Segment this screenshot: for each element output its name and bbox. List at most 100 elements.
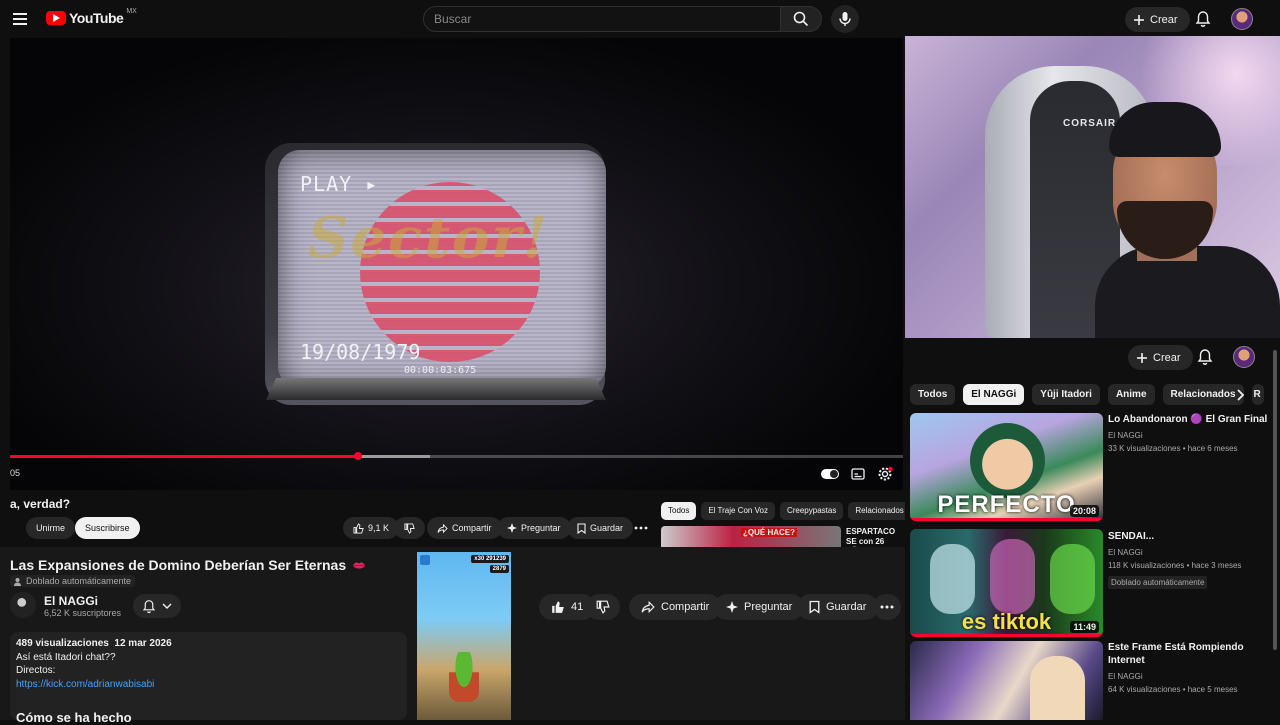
video-duration: 20:08 xyxy=(1069,505,1099,517)
recommendation-thumbnail[interactable]: es tiktok 11:49 xyxy=(910,529,1103,637)
nested-chip-row: Todos El Traje Con Voz Creepypastas Rela… xyxy=(661,502,911,520)
autoplay-toggle[interactable] xyxy=(821,469,839,479)
youtube-logo[interactable]: YouTube MX xyxy=(46,7,137,26)
dubbed-badge: Doblado automáticamente xyxy=(1108,576,1208,589)
microphone-icon xyxy=(839,12,851,26)
nested-more-button[interactable] xyxy=(630,520,652,536)
notifications-button[interactable] xyxy=(1195,10,1211,28)
time-label: 05 xyxy=(10,468,21,478)
video-player[interactable]: PLAY ▸ Sector! 19/08/1979 00:00:03:675 0… xyxy=(10,38,903,490)
chip-todos[interactable]: Todos xyxy=(910,384,956,405)
recommendation-channel: El NAGGi xyxy=(1108,431,1143,440)
channel-name[interactable]: El NAGGi xyxy=(44,594,98,608)
chips-next-button[interactable] xyxy=(1236,388,1246,402)
game-score: x30 291239 xyxy=(471,555,509,563)
thumbnail-character xyxy=(930,544,975,614)
settings-gear-icon[interactable] xyxy=(877,466,893,482)
nested-share-button[interactable]: Compartir xyxy=(427,517,502,539)
ask-button[interactable]: Preguntar xyxy=(714,594,805,620)
subscribe-label: Suscribirse xyxy=(85,523,130,533)
thumbnail-character xyxy=(970,423,1045,498)
sidebar-create-button[interactable]: Crear xyxy=(1128,345,1193,370)
nested-chip[interactable]: El Traje Con Voz xyxy=(701,502,775,520)
nested-chip[interactable]: Creepypastas xyxy=(779,502,844,520)
menu-icon[interactable] xyxy=(10,8,34,30)
join-button[interactable]: Unirme xyxy=(26,517,76,539)
nested-ask-button[interactable]: Preguntar xyxy=(497,517,571,539)
player-controls-right xyxy=(821,466,893,482)
nested-ask-label: Preguntar xyxy=(521,523,561,533)
plus-icon xyxy=(1137,352,1147,363)
search-icon xyxy=(793,11,809,27)
recommendation-info[interactable]: Lo Abandonaron 🟣 El Gran Final El NAGGi … xyxy=(1108,413,1273,455)
video-duration: 11:49 xyxy=(1070,621,1099,633)
thumbs-up-icon xyxy=(552,601,564,613)
sidebar-account-avatar[interactable] xyxy=(1233,346,1255,368)
chevron-right-icon xyxy=(1237,389,1245,401)
view-count: 489 visualizaciones xyxy=(16,638,109,649)
description-link[interactable]: https://kick.com/adrianwabisabi xyxy=(16,678,401,692)
sidebar-create-label: Crear xyxy=(1153,351,1181,364)
video-title: Las Expansiones de Domino Deberían Ser E… xyxy=(10,557,366,573)
bell-icon xyxy=(1197,349,1213,365)
bookmark-icon xyxy=(809,600,820,614)
sparkle-icon xyxy=(507,523,517,533)
sparkle-icon xyxy=(726,601,738,613)
shorts-gameplay-thumbnail[interactable]: x30 291239 2879 xyxy=(417,552,511,720)
chip-anime[interactable]: Anime xyxy=(1107,384,1155,405)
search-button[interactable] xyxy=(780,6,822,32)
subtitles-icon[interactable] xyxy=(851,468,865,480)
account-avatar[interactable] xyxy=(1231,8,1253,30)
webcam-overlay: CORSAIR xyxy=(905,36,1280,338)
progress-bar[interactable] xyxy=(10,452,903,460)
game-hud: x30 291239 2879 xyxy=(471,555,509,573)
tv-base xyxy=(266,378,606,400)
game-coins: 2879 xyxy=(489,565,509,573)
upload-date: 12 mar 2026 xyxy=(114,638,172,649)
share-icon xyxy=(437,523,448,533)
chair-brand-logo: CORSAIR xyxy=(1063,118,1117,129)
chip-yuji-itadori[interactable]: Yûji Itadori xyxy=(1032,384,1100,405)
chip-relacionados[interactable]: Relacionados xyxy=(1162,384,1244,405)
nested-chip[interactable]: Relacionados xyxy=(848,502,911,520)
recommendation-info[interactable]: SENDAI... El NAGGi 118 K visualizaciones… xyxy=(1108,530,1273,590)
tv-timecode: 00:00:03:675 xyxy=(404,365,477,376)
dislike-button[interactable] xyxy=(586,594,620,620)
sidebar-notifications-button[interactable] xyxy=(1197,348,1213,366)
nested-dislike-button[interactable] xyxy=(394,517,425,539)
top-bar: YouTube MX Buscar Crear xyxy=(0,0,1280,38)
save-button[interactable]: Guardar xyxy=(797,594,879,620)
more-actions-button[interactable] xyxy=(873,594,901,620)
recommendation-thumbnail[interactable] xyxy=(910,641,1103,720)
dubbed-label: Doblado automáticamente xyxy=(26,576,132,586)
nested-recommendation-thumbnail[interactable]: ¿QUÉ HACE? xyxy=(661,526,841,547)
chip-el-naggi[interactable]: El NAGGi xyxy=(963,384,1025,405)
thumbnail-character xyxy=(990,539,1035,614)
sidebar-scrollbar[interactable] xyxy=(1273,350,1277,650)
subscribe-button[interactable]: Suscribirse xyxy=(75,517,140,539)
nested-save-button[interactable]: Guardar xyxy=(567,517,634,539)
nested-chip[interactable]: Todos xyxy=(661,502,697,520)
subscription-bell-button[interactable] xyxy=(133,594,181,618)
description-box[interactable]: 489 visualizaciones 12 mar 2026 Así está… xyxy=(10,632,407,720)
search-input[interactable]: Buscar xyxy=(423,6,781,32)
share-button[interactable]: Compartir xyxy=(629,594,722,620)
channel-avatar[interactable] xyxy=(10,592,36,618)
recommendation-meta: 118 K visualizaciones • hace 3 meses xyxy=(1108,561,1242,570)
description-line: Directos: xyxy=(16,665,56,676)
save-label: Guardar xyxy=(826,601,867,613)
share-label: Compartir xyxy=(661,601,710,613)
country-code: MX xyxy=(126,7,137,15)
chip-partial[interactable]: R xyxy=(1251,384,1264,405)
description-heading: Cómo se ha hecho xyxy=(16,710,132,725)
recommendation-info[interactable]: Este Frame Está Rompiendo Internet El NA… xyxy=(1108,641,1273,696)
nested-like-button[interactable]: 9,1 K xyxy=(343,517,400,539)
voice-search-button[interactable] xyxy=(831,5,859,33)
create-button[interactable]: Crear xyxy=(1125,7,1190,32)
nested-video-title: a, verdad? xyxy=(10,497,71,511)
nested-like-count: 9,1 K xyxy=(368,523,390,533)
recommendation-thumbnail[interactable]: PERFECTO 20:08 xyxy=(910,413,1103,521)
recommendation-title: Lo Abandonaron 🟣 El Gran Final xyxy=(1108,414,1268,425)
nested-share-label: Compartir xyxy=(452,523,492,533)
share-icon xyxy=(641,600,655,614)
